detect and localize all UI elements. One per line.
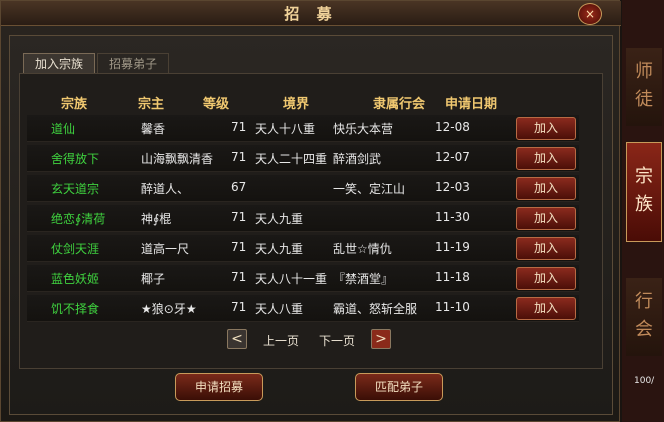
clan-name: 绝恋∮清荷: [51, 212, 106, 226]
prev-page-icon[interactable]: <: [227, 329, 247, 349]
join-button[interactable]: 加入: [516, 117, 576, 140]
clan-level: 71: [231, 300, 247, 314]
clan-leader: ★狼⊙牙★: [141, 302, 197, 316]
clan-name: 仗剑天涯: [51, 242, 100, 256]
side-tab-master[interactable]: 师 徒: [626, 48, 662, 126]
close-button[interactable]: ×: [578, 3, 602, 25]
clan-leader: 山海飘飘清香: [141, 152, 214, 166]
next-page-link[interactable]: 下一页: [319, 332, 355, 349]
clan-leader: 椰子: [141, 272, 166, 286]
clan-level: 67: [231, 180, 247, 194]
clan-guild: 一笑、定江山: [333, 182, 406, 196]
side-tab-clan-char: 宗: [635, 166, 653, 187]
table-row: 玄天道宗 醉道人、 67 一笑、定江山 12-03 加入: [27, 175, 579, 202]
header-guild: 隶属行会: [373, 97, 426, 112]
clan-level: 71: [231, 210, 247, 224]
table-row: 绝恋∮清荷 神∮棍 71 天人九重 11-30 加入: [27, 205, 579, 232]
clan-name: 道仙: [51, 122, 76, 136]
clan-name: 饥不择食: [51, 302, 100, 316]
join-button[interactable]: 加入: [516, 297, 576, 320]
apply-date: 12-03: [435, 180, 470, 194]
clan-guild: 『禁酒堂』: [333, 272, 394, 286]
join-button[interactable]: 加入: [516, 177, 576, 200]
header-level: 等级: [203, 97, 230, 112]
side-tab-clan-char: 族: [635, 194, 653, 215]
apply-recruit-button[interactable]: 申请招募: [175, 373, 263, 401]
prev-page-link[interactable]: 上一页: [263, 332, 299, 349]
table-row: 蓝色妖姬 椰子 71 天人八十一重 『禁酒堂』 11-18 加入: [27, 265, 579, 292]
clan-level: 71: [231, 120, 247, 134]
recruit-window: 招 募 × 加入宗族 招募弟子 宗族 宗主 等级 境界 隶属行会 申请日期 道仙…: [0, 0, 621, 422]
clan-realm: 天人十八重: [255, 122, 316, 136]
side-tab-guild-char: 会: [635, 319, 653, 340]
header-leader: 宗主: [138, 97, 165, 112]
join-button[interactable]: 加入: [516, 267, 576, 290]
table-row: 饥不择食 ★狼⊙牙★ 71 天人八重 霸道、怒斩全服 11-10 加入: [27, 295, 579, 322]
apply-date: 11-30: [435, 210, 470, 224]
tab-join-clan[interactable]: 加入宗族: [23, 53, 95, 74]
clan-level: 71: [231, 150, 247, 164]
apply-date: 12-07: [435, 150, 470, 164]
clan-name: 蓝色妖姬: [51, 272, 100, 286]
clan-leader: 馨香: [141, 122, 166, 136]
clan-guild: 快乐大本营: [333, 122, 394, 136]
side-tab-guild[interactable]: 行 会: [626, 278, 662, 356]
apply-date: 11-10: [435, 300, 470, 314]
clan-realm: 天人八十一重: [255, 272, 328, 286]
side-tab-master-char: 师: [635, 61, 653, 82]
clan-leader: 神∮棍: [141, 212, 172, 226]
clan-level: 71: [231, 270, 247, 284]
table-row: 舍得放下 山海飘飘清香 71 天人二十四重 醉酒剑武 12-07 加入: [27, 145, 579, 172]
clan-level: 71: [231, 240, 247, 254]
match-disciples-button[interactable]: 匹配弟子: [355, 373, 443, 401]
join-button[interactable]: 加入: [516, 237, 576, 260]
tab-recruit-disciples[interactable]: 招募弟子: [97, 53, 169, 74]
clan-leader: 道高一尺: [141, 242, 190, 256]
join-button[interactable]: 加入: [516, 147, 576, 170]
clan-guild: 醉酒剑武: [333, 152, 382, 166]
apply-date: 11-18: [435, 270, 470, 284]
table-row: 仗剑天涯 道高一尺 71 天人九重 乱世☆情仇 11-19 加入: [27, 235, 579, 262]
table-row: 道仙 馨香 71 天人十八重 快乐大本营 12-08 加入: [27, 115, 579, 142]
header-date: 申请日期: [445, 97, 498, 112]
clan-realm: 天人二十四重: [255, 152, 328, 166]
apply-date: 11-19: [435, 240, 470, 254]
side-counter: 100/: [634, 376, 655, 386]
apply-date: 12-08: [435, 120, 470, 134]
join-button[interactable]: 加入: [516, 207, 576, 230]
clan-realm: 天人九重: [255, 242, 304, 256]
clan-name: 玄天道宗: [51, 182, 100, 196]
header-realm: 境界: [283, 97, 310, 112]
clan-guild: 霸道、怒斩全服: [333, 302, 418, 316]
clan-name: 舍得放下: [51, 152, 100, 166]
clan-realm: 天人八重: [255, 302, 304, 316]
clan-realm: 天人九重: [255, 212, 304, 226]
side-tab-guild-char: 行: [635, 291, 653, 312]
window-title: 招 募: [284, 5, 338, 23]
clan-guild: 乱世☆情仇: [333, 242, 392, 256]
next-page-icon[interactable]: >: [371, 329, 391, 349]
side-tab-clan[interactable]: 宗 族: [626, 142, 662, 242]
header-clan: 宗族: [61, 97, 88, 112]
side-tab-master-char: 徒: [635, 89, 653, 110]
clan-leader: 醉道人、: [141, 182, 190, 196]
